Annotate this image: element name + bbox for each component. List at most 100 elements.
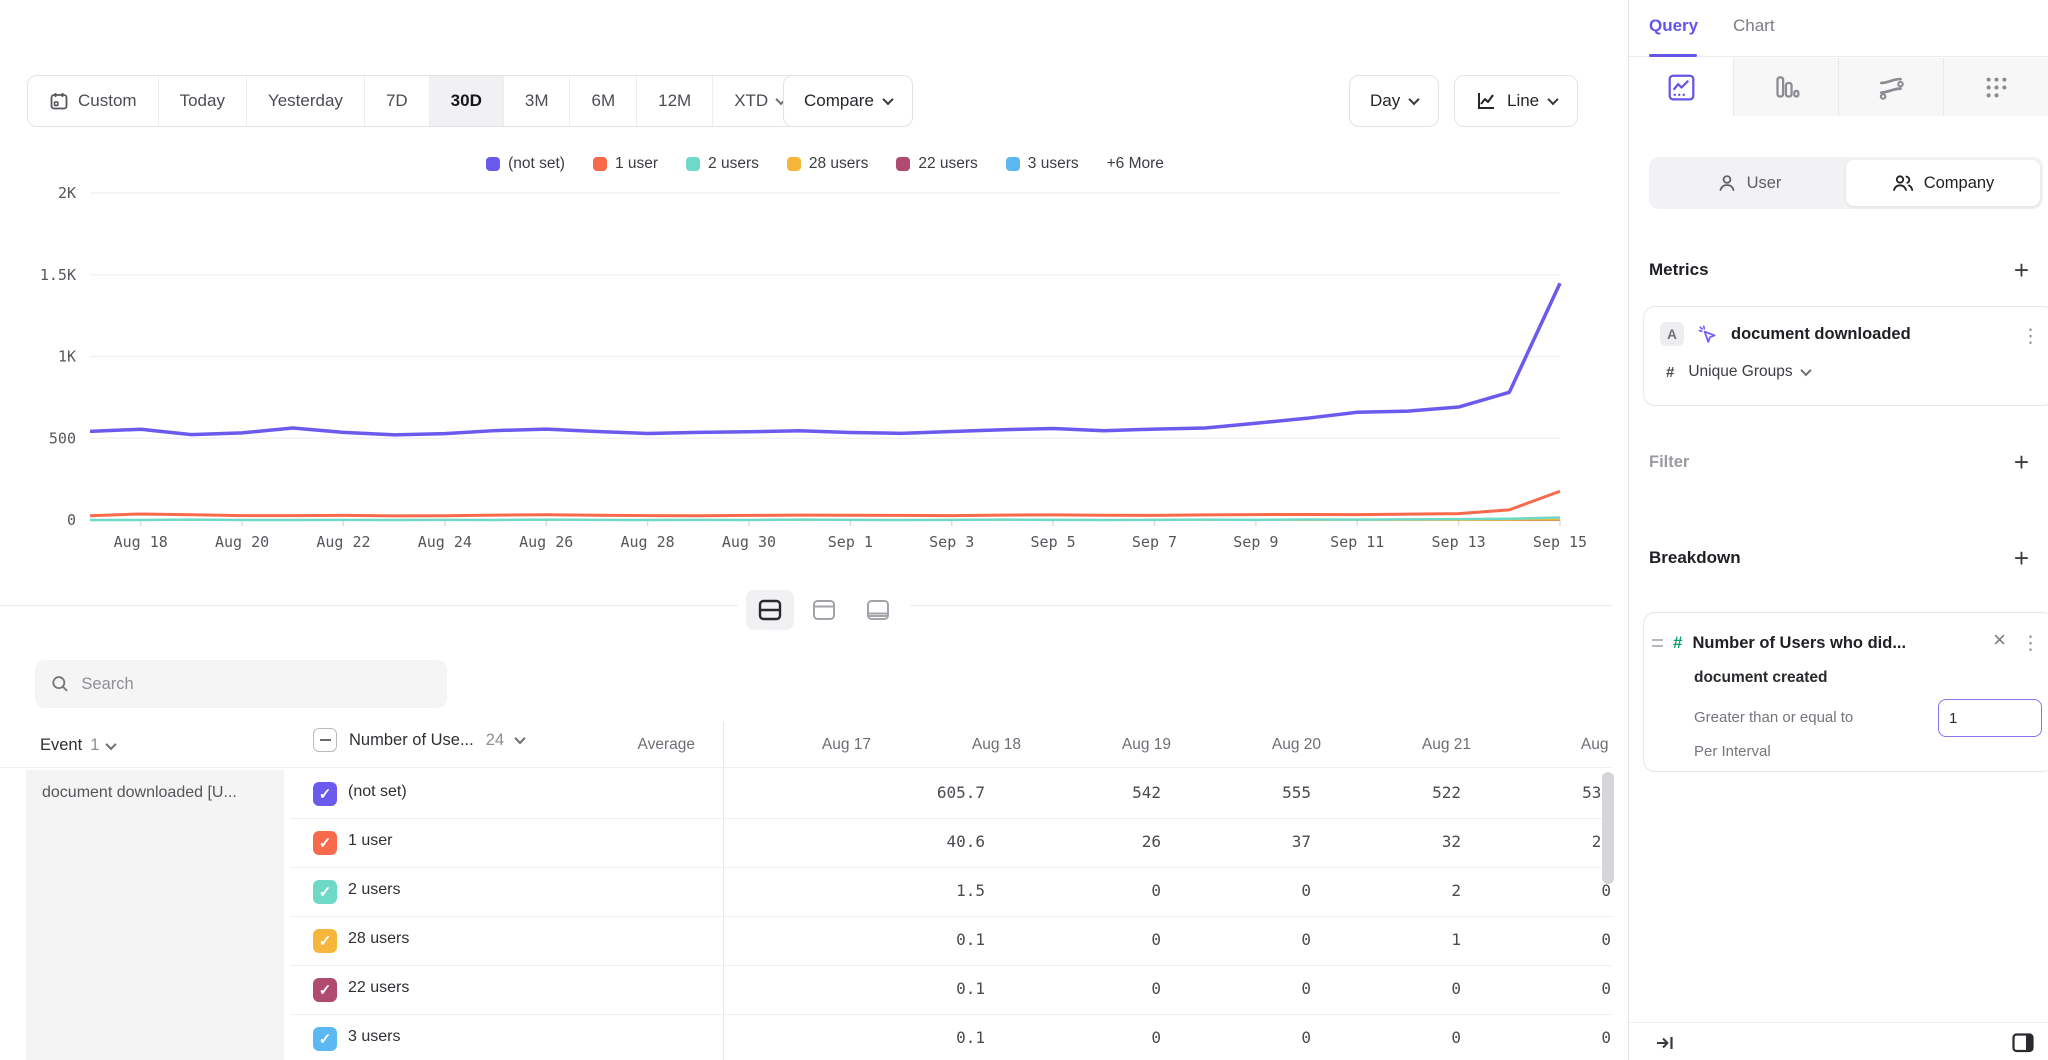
average-column-header: Average (565, 736, 695, 754)
metric-event-name: document downloaded (1731, 325, 1911, 344)
remove-breakdown-button[interactable]: × (1993, 631, 2006, 649)
compare-button[interactable]: Compare (783, 75, 913, 127)
metric-card[interactable]: A document downloaded ⋮ # Unique Groups (1643, 306, 2048, 406)
cell-value: 0 (1031, 930, 1161, 949)
range-12m[interactable]: 12M (637, 76, 713, 126)
range-today[interactable]: Today (159, 76, 247, 126)
layout-top-button[interactable] (800, 590, 848, 630)
x-axis-label: Aug 24 (418, 533, 472, 551)
series-checkbox[interactable]: ✓ (313, 929, 337, 953)
cell-value: 542 (1031, 783, 1161, 802)
average-value: 0.1 (855, 930, 985, 949)
y-axis-label: 1.5K (40, 266, 76, 284)
event-column-header[interactable]: Event 1 (40, 736, 115, 755)
x-axis-label: Aug 18 (114, 533, 168, 551)
layout-bottom-button[interactable] (854, 590, 902, 630)
series-checkbox[interactable]: ✓ (313, 831, 337, 855)
x-axis-label: Sep 9 (1233, 533, 1278, 551)
cell-value: 0 (1181, 930, 1311, 949)
chart-type-button[interactable]: Line (1454, 75, 1578, 127)
series-checkbox[interactable]: ✓ (313, 782, 337, 806)
range-yesterday[interactable]: Yesterday (247, 76, 365, 126)
breakdown-card[interactable]: # Number of Users who did... × ⋮ documen… (1643, 612, 2048, 772)
breakdown-menu-button[interactable]: ⋮ (2021, 632, 2040, 654)
line-chart-icon (1668, 74, 1695, 101)
legend-swatch (486, 157, 500, 171)
date-column-header: Aug 22 (1500, 736, 1612, 754)
interval-button[interactable]: Day (1349, 75, 1439, 127)
hash-icon: # (1673, 633, 1682, 653)
metric-menu-button[interactable]: ⋮ (2021, 325, 2040, 347)
layout-split-button[interactable] (746, 590, 794, 630)
measure-dropdown[interactable]: Unique Groups (1688, 363, 1809, 381)
range-3m[interactable]: 3M (504, 76, 571, 126)
chevron-down-icon (106, 738, 117, 749)
date-column-header: Aug 21 (1341, 736, 1471, 754)
table-header: Event 1 Number of Use... 24 Average Aug … (0, 726, 1612, 768)
series-checkbox[interactable]: ✓ (313, 978, 337, 1002)
group-column-header[interactable]: Number of Use... 24 (313, 728, 524, 752)
chart-type-flow[interactable] (1839, 58, 1944, 116)
legend-item[interactable]: 3 users (1006, 155, 1079, 173)
x-axis-label: Sep 13 (1432, 533, 1486, 551)
tab-query[interactable]: Query (1649, 16, 1698, 36)
sidebar-toggle-icon[interactable] (2011, 1031, 2035, 1055)
chart-type-bar[interactable] (1734, 58, 1839, 116)
legend-item[interactable]: 28 users (787, 155, 868, 173)
tab-chart[interactable]: Chart (1733, 16, 1775, 36)
chart-legend: (not set) 1 user 2 users 28 users 22 use… (90, 155, 1560, 173)
date-column-header: Aug 18 (891, 736, 1021, 754)
breakdown-value-input[interactable] (1938, 699, 2042, 737)
collapse-panel-icon[interactable] (1655, 1033, 1675, 1053)
table-row: ✓(not set)605.7542555522533563536 (290, 770, 1612, 819)
chart-type-line[interactable] (1629, 58, 1734, 116)
search-input[interactable] (81, 675, 431, 694)
drag-handle-icon[interactable] (1652, 639, 1663, 647)
table-row: ✓1 user40.6263732272728 (290, 819, 1612, 868)
series-checkbox[interactable]: ✓ (313, 880, 337, 904)
line-chart-icon (1475, 90, 1497, 112)
range-30d[interactable]: 30D (430, 76, 504, 126)
chevron-down-icon (514, 733, 525, 744)
series-checkbox[interactable]: ✓ (313, 1027, 337, 1051)
x-axis-label: Sep 11 (1330, 533, 1384, 551)
table-scrollbar[interactable] (1602, 772, 1614, 884)
legend-more[interactable]: +6 More (1107, 155, 1164, 173)
flow-chart-icon (1878, 74, 1905, 101)
chart-type-grid[interactable] (1944, 58, 2048, 116)
y-axis-label: 1K (58, 348, 76, 366)
add-breakdown-button[interactable]: + (2014, 548, 2029, 568)
entity-company[interactable]: Company (1846, 160, 2040, 206)
series-label: 28 users (348, 930, 409, 948)
range-custom[interactable]: Custom (28, 76, 159, 126)
add-filter-button[interactable]: + (2014, 452, 2029, 472)
group-count: 24 (486, 731, 504, 750)
event-click-icon (1697, 324, 1718, 345)
series-label: 1 user (348, 832, 392, 850)
range-7d[interactable]: 7D (365, 76, 430, 126)
panel-tabs: Query Chart (1629, 0, 2048, 57)
event-row-label[interactable]: document downloaded [U... (26, 770, 284, 1060)
series-line-2-users (90, 518, 1560, 520)
x-axis-label: Aug 30 (722, 533, 776, 551)
cell-value: 0 (1031, 1028, 1161, 1047)
x-axis-label: Sep 1 (828, 533, 873, 551)
filter-title: Filter (1649, 453, 1689, 472)
select-all-checkbox[interactable] (313, 728, 337, 752)
legend-item[interactable]: 22 users (896, 155, 977, 173)
bottom-pane-icon (866, 599, 890, 621)
breakdown-card-title: Number of Users who did... (1692, 634, 1906, 653)
average-value: 605.7 (855, 783, 985, 802)
breakdown-condition-label: Greater than or equal to (1694, 709, 1853, 726)
split-view-icon (758, 599, 782, 621)
legend-swatch (1006, 157, 1020, 171)
legend-item[interactable]: (not set) (486, 155, 565, 173)
entity-user[interactable]: User (1652, 160, 1846, 206)
x-axis-label: Aug 28 (620, 533, 674, 551)
legend-item[interactable]: 2 users (686, 155, 759, 173)
cell-value: 0 (1331, 1028, 1461, 1047)
range-6m[interactable]: 6M (570, 76, 637, 126)
cell-value: 0 (1481, 881, 1611, 900)
add-metric-button[interactable]: + (2014, 260, 2029, 280)
legend-item[interactable]: 1 user (593, 155, 658, 173)
